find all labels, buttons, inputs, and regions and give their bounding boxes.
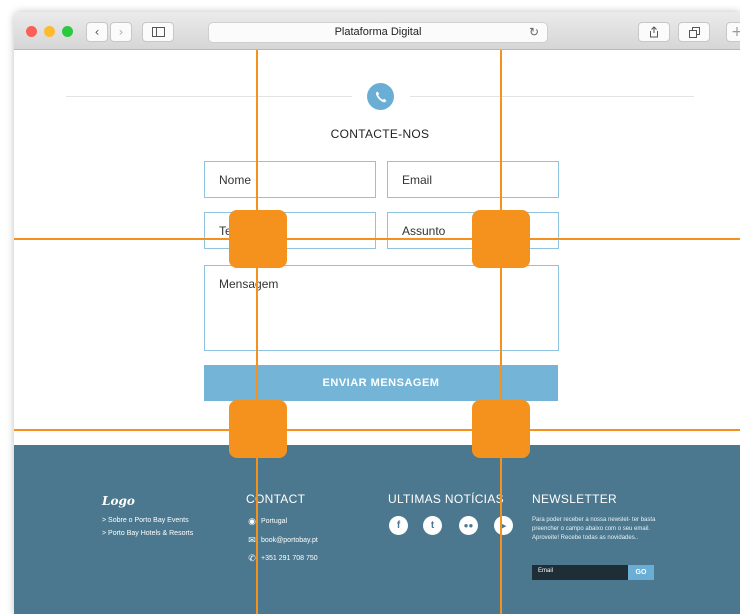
guide-line-vertical-right	[500, 50, 502, 614]
drag-handle-bottom-right[interactable]	[472, 400, 530, 458]
drag-handle-top-right[interactable]	[472, 210, 530, 268]
forward-button[interactable]: ›	[110, 22, 132, 42]
drag-handle-top-left[interactable]	[229, 210, 287, 268]
divider-right	[410, 96, 694, 97]
share-icon	[650, 26, 658, 38]
phone-icon	[367, 83, 394, 110]
youtube-icon[interactable]: ▶	[494, 516, 513, 535]
newsletter-heading: NEWSLETTER	[532, 492, 618, 506]
guide-line-vertical-left	[256, 50, 258, 614]
contact-location-text: Portugal	[261, 518, 288, 525]
newsletter-text: Para poder receber a nossa newslet- ter …	[532, 517, 656, 541]
drag-handle-bottom-left[interactable]	[229, 400, 287, 458]
footer-logo: Logo	[102, 494, 135, 508]
page-title: Plataforma Digital	[334, 26, 422, 38]
facebook-icon[interactable]: f	[389, 516, 408, 535]
twitter-icon[interactable]: t	[423, 516, 442, 535]
browser-toolbar: ‹ › Plataforma Digital ↻ +	[14, 12, 740, 50]
flickr-icon[interactable]: ●●	[459, 516, 478, 535]
guide-line-horizontal-bottom	[14, 429, 740, 431]
share-button[interactable]	[638, 22, 670, 42]
browser-window: ‹ › Plataforma Digital ↻ + CONTACTE-NOS …	[14, 12, 740, 614]
newsletter-go-button[interactable]: GO	[628, 565, 654, 580]
tabs-button[interactable]	[678, 22, 710, 42]
minimize-window-button[interactable]	[44, 26, 55, 37]
contact-location: ◉ Portugal	[246, 516, 287, 527]
zoom-window-button[interactable]	[62, 26, 73, 37]
close-window-button[interactable]	[26, 26, 37, 37]
back-button[interactable]: ‹	[86, 22, 108, 42]
contact-phone-text: +351 291 708 750	[261, 555, 318, 562]
contact-title: CONTACTE-NOS	[330, 127, 430, 141]
sidebar-button[interactable]	[142, 22, 174, 42]
contact-heading: CONTACT	[246, 492, 306, 506]
page-content: CONTACTE-NOS Nome Email Te Assunto Mensa…	[14, 50, 740, 614]
address-bar[interactable]: Plataforma Digital ↻	[208, 22, 548, 43]
email-field[interactable]: Email	[387, 161, 559, 198]
footer: Logo > Sobre o Porto Bay Events > Porto …	[14, 445, 740, 614]
newsletter-email-input[interactable]: Email	[532, 565, 628, 580]
footer-link-hotels[interactable]: > Porto Bay Hotels & Resorts	[102, 530, 193, 537]
reload-icon[interactable]: ↻	[529, 23, 539, 42]
news-heading: ULTIMAS NOTÍCIAS	[388, 492, 504, 506]
contact-email-text: book@portobay.pt	[261, 537, 318, 544]
guide-line-horizontal-top	[14, 238, 740, 240]
footer-link-events[interactable]: > Sobre o Porto Bay Events	[102, 517, 189, 524]
sidebar-icon	[151, 27, 165, 37]
tabs-icon	[688, 26, 700, 38]
name-field[interactable]: Nome	[204, 161, 376, 198]
new-tab-button[interactable]: +	[726, 22, 740, 42]
divider-left	[66, 96, 352, 97]
